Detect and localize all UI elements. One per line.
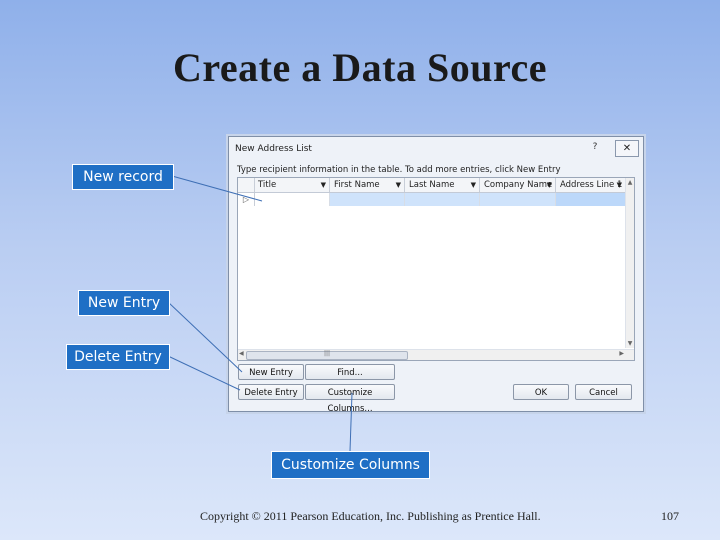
leader-line-customize-columns — [349, 392, 353, 452]
callout-new-record: New record — [72, 164, 174, 190]
leader-line-delete-entry — [167, 355, 241, 391]
copyright-footer: Copyright © 2011 Pearson Education, Inc.… — [200, 509, 541, 523]
callout-customize-columns: Customize Columns — [271, 451, 430, 479]
callout-delete-entry: Delete Entry — [66, 344, 170, 370]
page-number: 107 — [661, 509, 679, 523]
callout-new-entry: New Entry — [78, 290, 170, 316]
leader-line-new-record — [171, 175, 263, 202]
